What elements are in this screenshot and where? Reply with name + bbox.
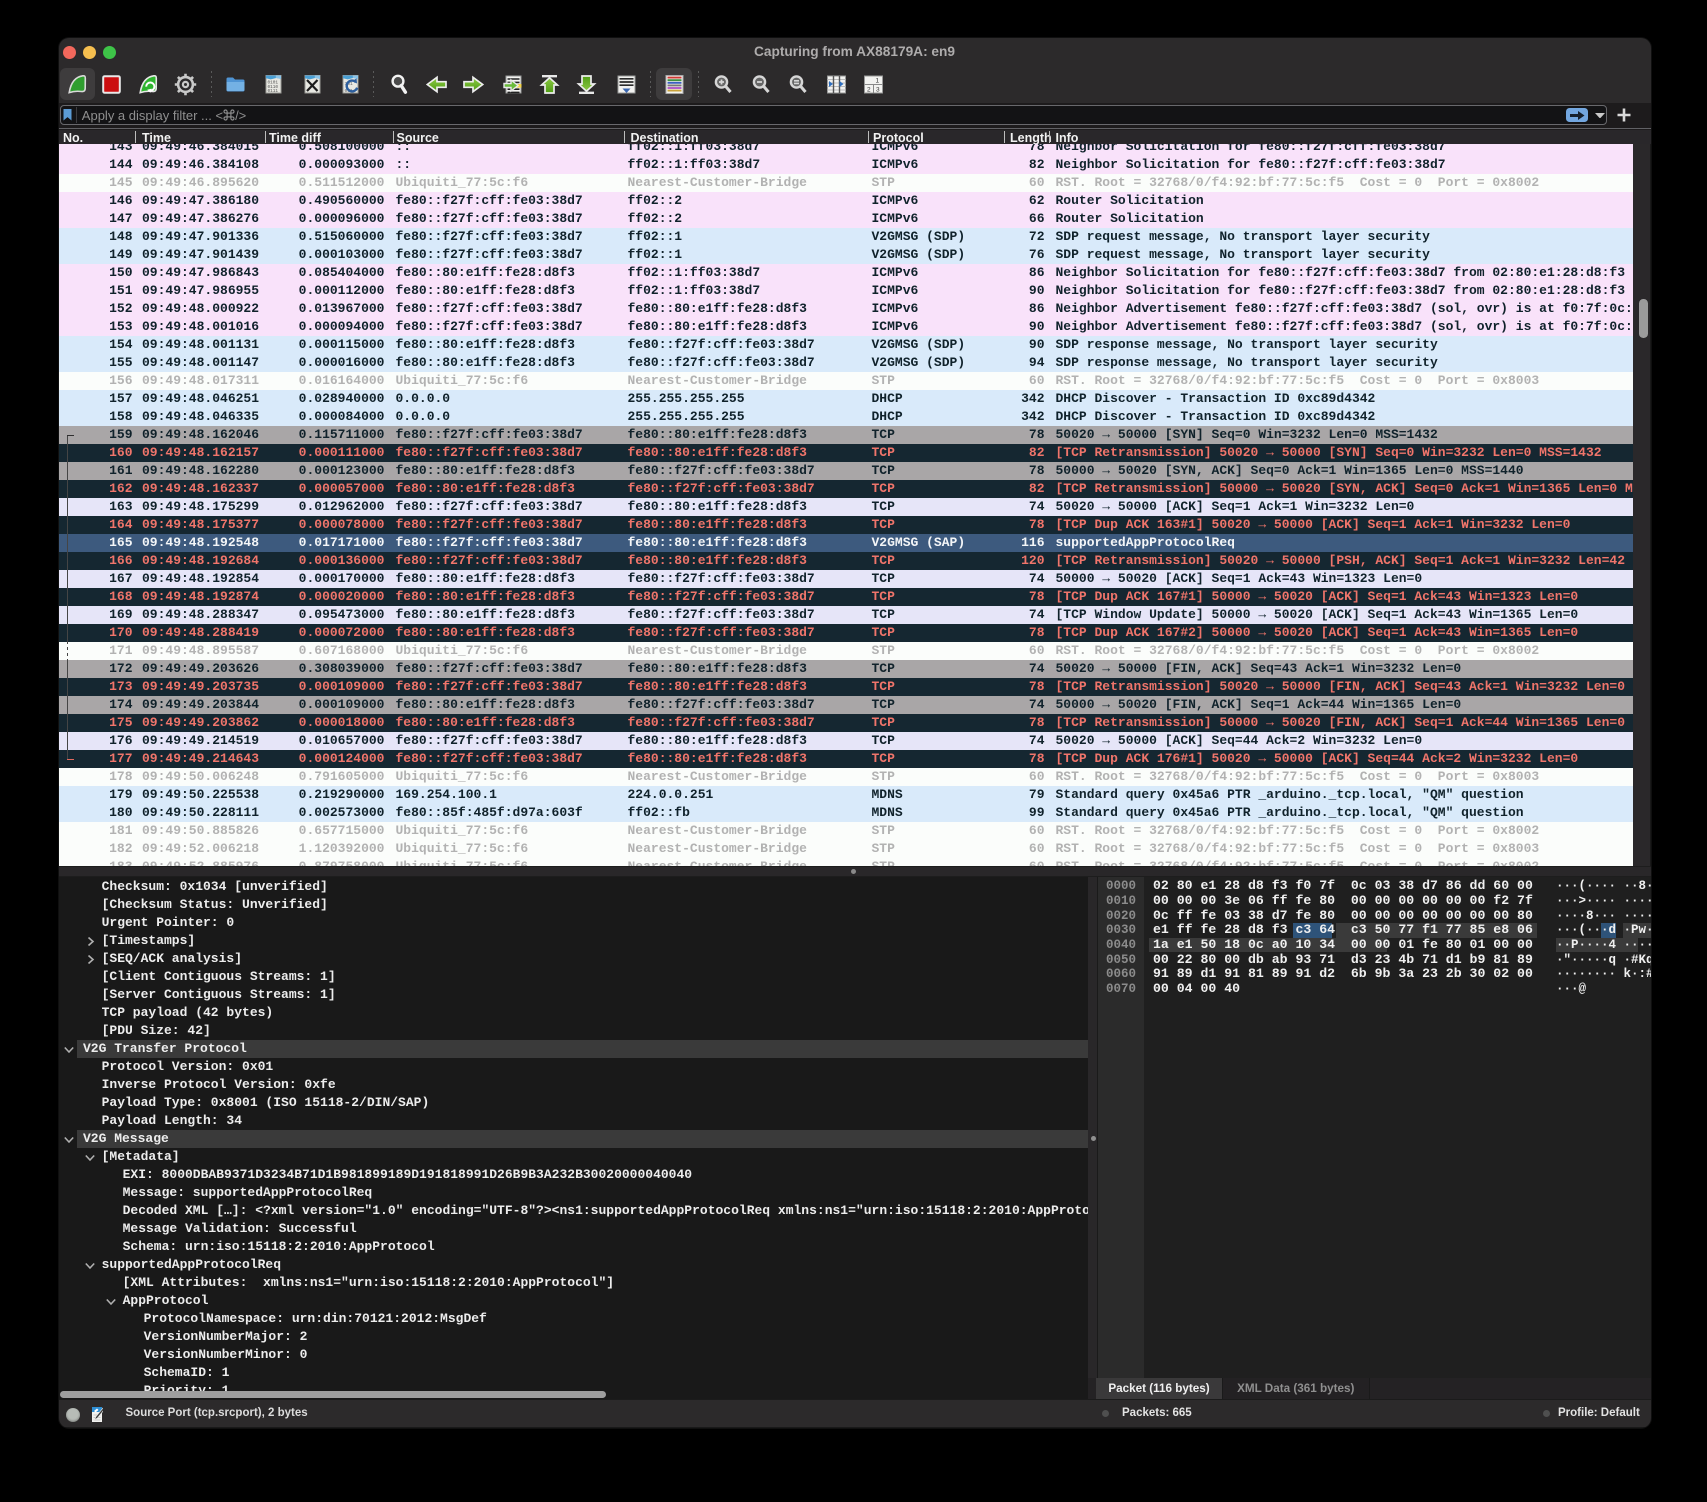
svg-text:0111: 0111 — [268, 89, 279, 94]
svg-text:2: 2 — [867, 86, 871, 93]
svg-text:1: 1 — [876, 77, 880, 84]
svg-text:3: 3 — [876, 86, 880, 93]
